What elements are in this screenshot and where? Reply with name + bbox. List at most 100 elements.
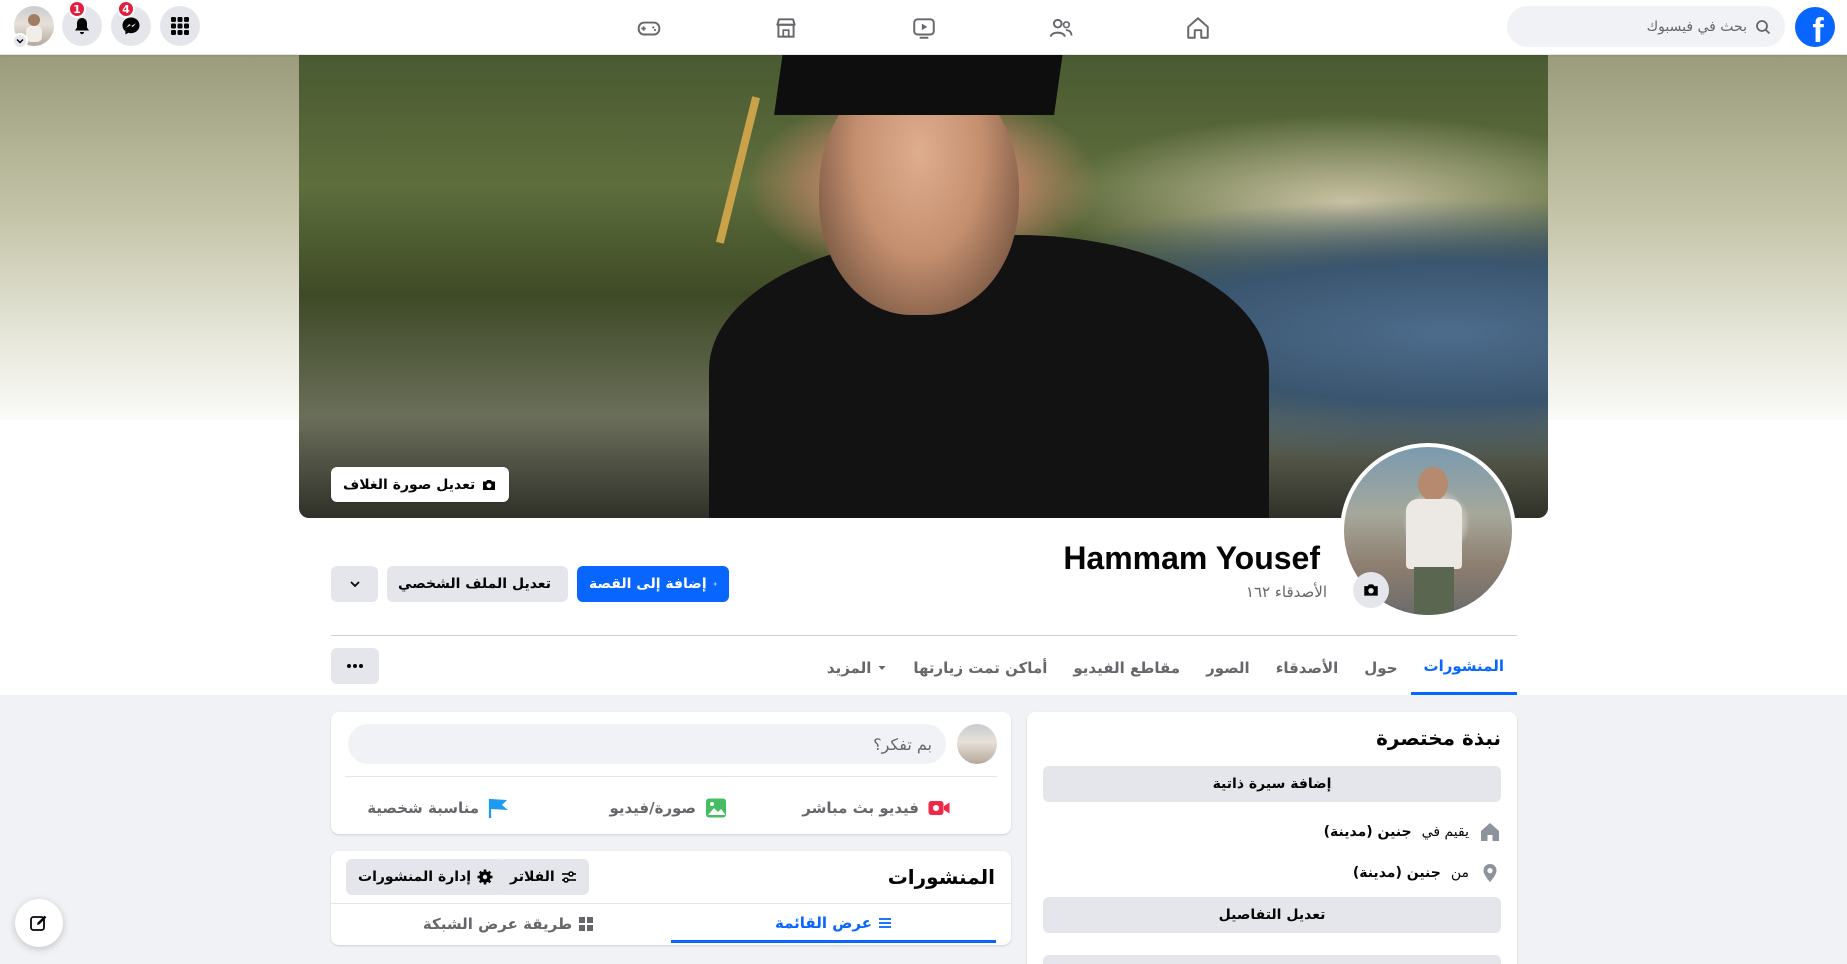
- from-prefix: من: [1450, 865, 1469, 881]
- edit-details-button[interactable]: تعديل التفاصيل: [1043, 897, 1501, 933]
- more-horizontal-icon: [347, 664, 363, 668]
- profile-picture-shirt: [1406, 499, 1462, 569]
- tab-friends-label: الأصدقاء: [1275, 658, 1339, 677]
- edit-cover-photo-button[interactable]: تعديل صورة الغلاف: [331, 467, 510, 502]
- home-filled-icon: [1481, 823, 1499, 841]
- menu-button[interactable]: [160, 6, 200, 46]
- tab-more-label: المزيد: [826, 658, 872, 677]
- camera-icon: [483, 479, 496, 490]
- posts-divider: [331, 903, 1011, 904]
- from-city[interactable]: جنين (مدينة): [1353, 865, 1441, 881]
- profile-picture-person: [1404, 467, 1464, 615]
- posts-title: المنشورات: [887, 865, 995, 889]
- cover-cap-shape: [774, 55, 1064, 115]
- tabs-more-options-button[interactable]: [331, 648, 379, 684]
- nav-tab-gaming[interactable]: [599, 0, 699, 55]
- search-icon: [1756, 19, 1771, 34]
- manage-posts-button[interactable]: إدارة المنشورات: [346, 859, 506, 895]
- from-line: من جنين (مدينة): [1353, 862, 1501, 884]
- live-video-icon: [928, 801, 950, 815]
- list-view-label: عرض القائمة: [775, 913, 872, 932]
- composer-avatar[interactable]: [957, 724, 997, 764]
- tab-posts[interactable]: المنشورات: [1410, 640, 1517, 695]
- facebook-logo-letter: f: [1812, 12, 1824, 50]
- compose-icon: [30, 915, 47, 931]
- composer-divider: [345, 776, 997, 777]
- tab-check-ins[interactable]: أماكن تمت زيارتها: [900, 640, 1060, 695]
- tab-about-label: حول: [1364, 658, 1398, 677]
- filter-sliders-icon: [561, 871, 576, 883]
- composer-input[interactable]: بم تفكر؟: [348, 724, 946, 764]
- messenger-badge: 4: [117, 0, 135, 18]
- intro-next-button[interactable]: [1043, 955, 1501, 964]
- tab-friends[interactable]: الأصدقاء: [1263, 640, 1352, 695]
- post-composer-card: بم تفكر؟ فيديو بث مباشر صورة/فيديو مناسب…: [331, 712, 1011, 834]
- photo-icon: [706, 798, 726, 818]
- grid-view-label: طريقة عرض الشبكة: [422, 915, 573, 933]
- photo-video-label: صورة/فيديو: [609, 799, 696, 817]
- nav-tab-watch[interactable]: [874, 0, 974, 55]
- profile-dropdown-button[interactable]: [331, 566, 378, 602]
- watch-icon: [913, 17, 935, 39]
- life-event-button[interactable]: مناسبة شخصية: [367, 788, 511, 828]
- gear-icon: [477, 869, 493, 885]
- lives-in-city[interactable]: جنين (مدينة): [1324, 824, 1412, 840]
- intro-card: نبذة مختصرة إضافة سيرة ذاتية يقيم في جني…: [1027, 712, 1517, 964]
- flag-icon: [488, 799, 508, 818]
- cover-photo[interactable]: [299, 55, 1548, 518]
- live-video-button[interactable]: فيديو بث مباشر: [802, 788, 951, 828]
- lives-in-line: يقيم في جنين (مدينة): [1324, 821, 1501, 843]
- tab-more[interactable]: المزيد: [814, 640, 900, 695]
- new-message-button[interactable]: [15, 899, 63, 947]
- home-icon: [1187, 16, 1209, 39]
- tab-photos-label: الصور: [1206, 658, 1250, 677]
- edit-profile-button[interactable]: تعديل الملف الشخصي: [387, 566, 568, 602]
- update-profile-picture-button[interactable]: [1353, 572, 1389, 608]
- messenger-icon: [122, 17, 140, 35]
- nav-tab-friends[interactable]: [1011, 0, 1111, 55]
- photo-video-button[interactable]: صورة/فيديو: [609, 788, 728, 828]
- friends-count[interactable]: الأصدقاء ١٦٢: [1246, 583, 1327, 601]
- grid-icon: [579, 917, 594, 931]
- grid-view-tab[interactable]: طريقة عرض الشبكة: [346, 905, 671, 943]
- lives-in-prefix: يقيم في: [1421, 824, 1469, 840]
- manage-posts-label: إدارة المنشورات: [358, 869, 472, 885]
- chevron-down-icon: [349, 581, 360, 588]
- profile-tabs: المنشورات حول الأصدقاء الصور مقاطع الفيد…: [814, 640, 1517, 695]
- search-input[interactable]: [1527, 18, 1747, 35]
- caret-down-icon: [878, 665, 886, 670]
- live-video-label: فيديو بث مباشر: [802, 799, 919, 817]
- tab-check-ins-label: أماكن تمت زيارتها: [913, 658, 1048, 677]
- search-box[interactable]: [1507, 6, 1785, 47]
- notifications-badge: 1: [68, 0, 86, 18]
- life-event-label: مناسبة شخصية: [367, 799, 479, 817]
- tab-photos[interactable]: الصور: [1193, 640, 1263, 695]
- tab-about[interactable]: حول: [1351, 640, 1410, 695]
- filters-label: الفلاتر: [510, 869, 555, 885]
- camera-icon: [1364, 584, 1378, 596]
- add-to-story-button[interactable]: إضافة إلى القصة: [577, 566, 729, 602]
- gaming-icon: [637, 21, 661, 35]
- list-view-tab[interactable]: عرض القائمة: [671, 905, 996, 943]
- edit-profile-label: تعديل الملف الشخصي: [398, 576, 551, 592]
- composer-placeholder: بم تفكر؟: [873, 734, 932, 754]
- posts-card: المنشورات الفلاتر إدارة المنشورات عرض ال…: [331, 851, 1011, 945]
- menu-grid-icon: [171, 17, 189, 35]
- filters-button[interactable]: الفلاتر: [498, 859, 589, 895]
- notifications-button[interactable]: 1: [62, 0, 102, 46]
- cover-tassel-shape: [715, 96, 761, 244]
- nav-tab-marketplace[interactable]: [736, 0, 836, 55]
- nav-tab-home[interactable]: [1148, 0, 1248, 55]
- marketplace-icon: [776, 17, 796, 38]
- messenger-button[interactable]: 4: [111, 0, 151, 46]
- add-to-story-label: إضافة إلى القصة: [589, 576, 707, 592]
- friends-icon: [1049, 18, 1073, 37]
- header-divider: [331, 635, 1517, 636]
- add-bio-button[interactable]: إضافة سيرة ذاتية: [1043, 766, 1501, 802]
- edit-cover-label: تعديل صورة الغلاف: [343, 476, 476, 493]
- profile-page: f 4 1: [0, 0, 1847, 964]
- facebook-logo[interactable]: f: [1795, 7, 1835, 50]
- plus-icon: [713, 582, 717, 586]
- tab-videos[interactable]: مقاطع الفيديو: [1060, 640, 1193, 695]
- account-menu-caret[interactable]: [12, 33, 28, 49]
